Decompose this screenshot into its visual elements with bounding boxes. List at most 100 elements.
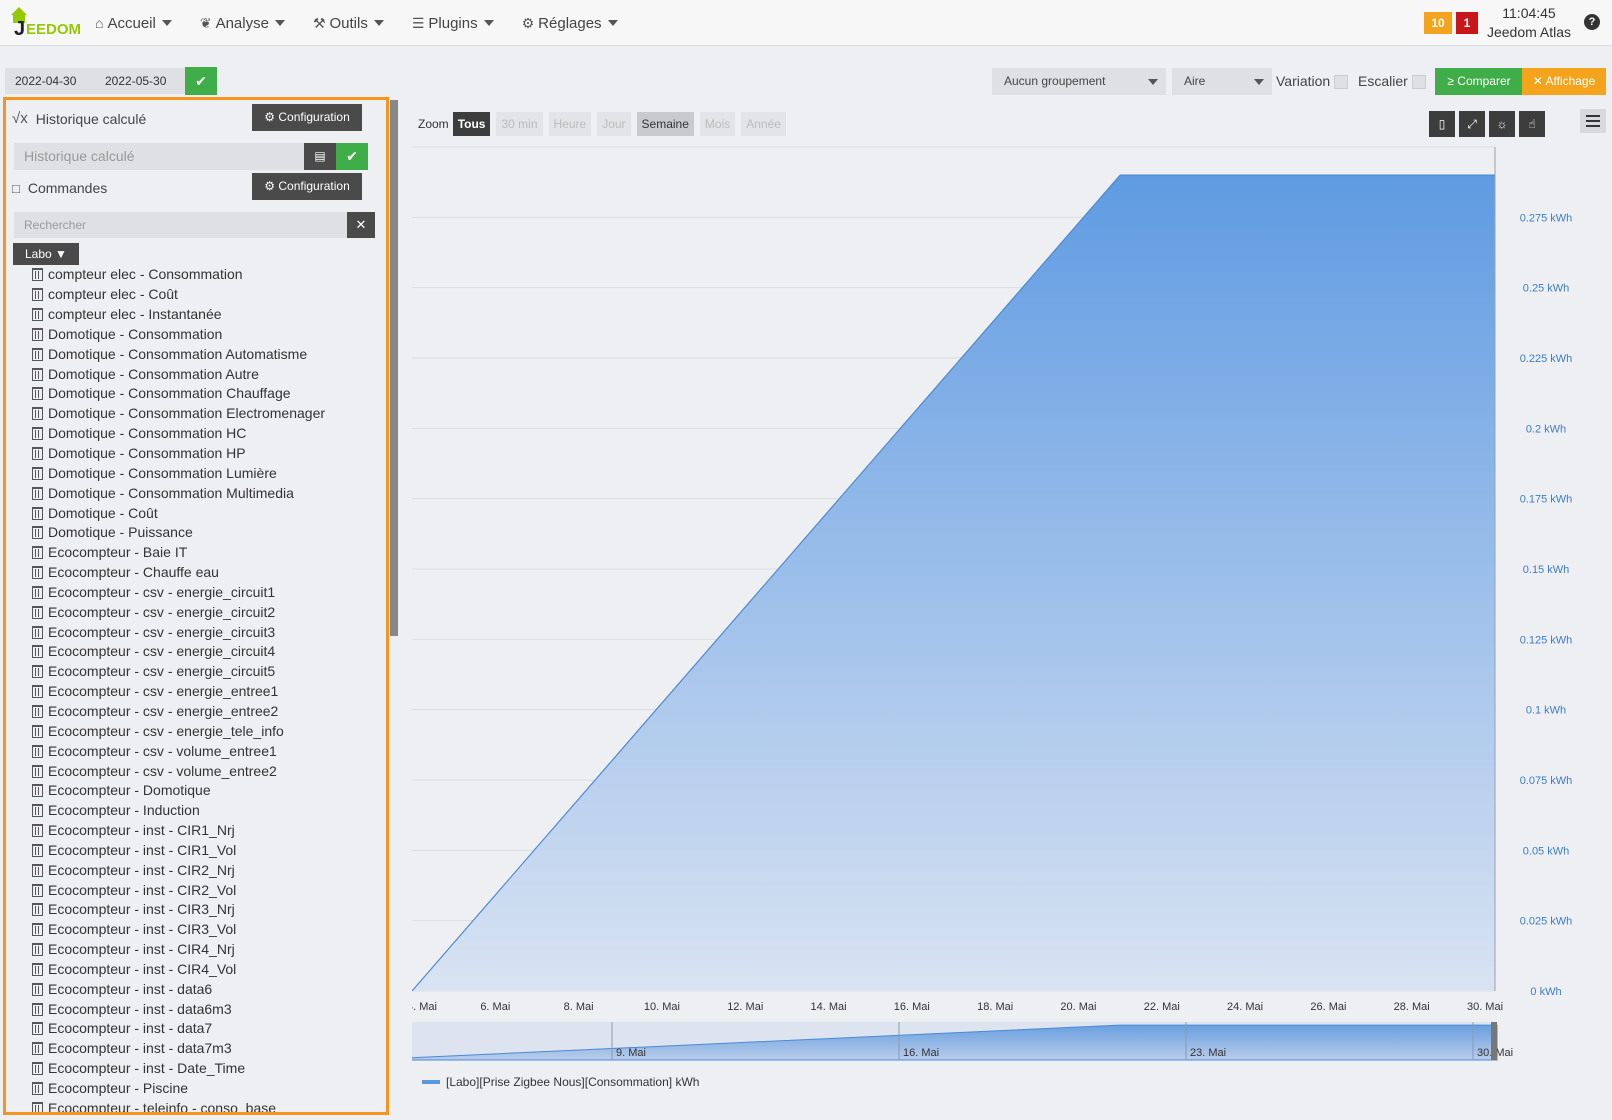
zoom-semaine-button[interactable]: Semaine xyxy=(636,112,694,136)
trash-icon[interactable] xyxy=(32,962,43,976)
command-list-item[interactable]: Ecocompteur - Chauffe eau xyxy=(32,563,372,583)
command-list-item[interactable]: Domotique - Puissance xyxy=(32,523,372,543)
trash-icon[interactable] xyxy=(32,804,43,818)
trash-icon[interactable] xyxy=(32,427,43,441)
chart-type-select[interactable]: Aire xyxy=(1172,68,1272,95)
command-list-item[interactable]: Ecocompteur - inst - CIR2_Vol xyxy=(32,880,372,900)
trash-icon[interactable] xyxy=(32,566,43,580)
chart-menu-button[interactable] xyxy=(1580,109,1606,133)
command-list-item[interactable]: Ecocompteur - csv - energie_circuit2 xyxy=(32,602,372,622)
command-list-item[interactable]: Ecocompteur - csv - energie_circuit5 xyxy=(32,662,372,682)
command-list-item[interactable]: Ecocompteur - csv - volume_entree1 xyxy=(32,741,372,761)
menu-outils[interactable]: ⚒ Outils xyxy=(313,15,384,32)
pointer-mode-button[interactable]: ☝ xyxy=(1519,111,1545,137)
trash-icon[interactable] xyxy=(32,903,43,917)
command-list-item[interactable]: Domotique - Consommation Automatisme xyxy=(32,344,372,364)
trash-icon[interactable] xyxy=(32,724,43,738)
commands-configuration-button[interactable]: ⚙ Configuration xyxy=(252,173,362,200)
command-list-item[interactable]: Domotique - Consommation xyxy=(32,325,372,345)
command-list-item[interactable]: Ecocompteur - inst - CIR2_Nrj xyxy=(32,860,372,880)
command-list-item[interactable]: Ecocompteur - inst - data7 xyxy=(32,1019,372,1039)
trash-icon[interactable] xyxy=(32,923,43,937)
column-view-button[interactable]: ▯ xyxy=(1429,111,1455,137)
zoom-tous-button[interactable]: Tous xyxy=(452,112,491,136)
command-list-item[interactable]: Ecocompteur - teleinfo - conso_base xyxy=(32,1098,372,1112)
trash-icon[interactable] xyxy=(32,546,43,560)
command-list-item[interactable]: Ecocompteur - inst - Date_Time xyxy=(32,1059,372,1079)
command-list-item[interactable]: Ecocompteur - csv - energie_entree2 xyxy=(32,702,372,722)
calc-apply-button[interactable]: ✔ xyxy=(336,143,368,170)
zoom-30min-button[interactable]: 30 min xyxy=(496,112,543,136)
display-button[interactable]: ✕ Affichage xyxy=(1522,68,1606,95)
command-list-item[interactable]: Ecocompteur - inst - CIR4_Vol xyxy=(32,960,372,980)
trash-icon[interactable] xyxy=(32,1022,43,1036)
history-chart[interactable]: 0 kWh 0.025 kWh 0.05 kWh 0.075 kWh 0.1 kWh 0.… xyxy=(412,105,1612,1120)
trash-icon[interactable] xyxy=(32,526,43,540)
command-list-item[interactable]: Ecocompteur - csv - volume_entree2 xyxy=(32,761,372,781)
navigator-handle-right[interactable] xyxy=(1491,1022,1497,1060)
command-list-item[interactable]: Ecocompteur - inst - CIR1_Vol xyxy=(32,840,372,860)
command-list-item[interactable]: compteur elec - Coût xyxy=(32,285,372,305)
command-list-item[interactable]: Ecocompteur - Piscine xyxy=(32,1079,372,1099)
expand-button[interactable]: ⤢ xyxy=(1459,111,1485,137)
command-list-item[interactable]: Domotique - Consommation Lumière xyxy=(32,463,372,483)
theme-button[interactable]: ☼ xyxy=(1489,111,1515,137)
panel-scrollbar[interactable] xyxy=(390,100,398,636)
command-list-item[interactable]: Domotique - Consommation HC xyxy=(32,424,372,444)
command-list-item[interactable]: Domotique - Consommation Chauffage xyxy=(32,384,372,404)
command-list-item[interactable]: Ecocompteur - csv - energie_circuit3 xyxy=(32,622,372,642)
group-tag-labo[interactable]: Labo ▼ xyxy=(13,243,79,265)
command-list-item[interactable]: Domotique - Coût xyxy=(32,503,372,523)
command-list-item[interactable]: Ecocompteur - csv - energie_circuit1 xyxy=(32,583,372,603)
trash-icon[interactable] xyxy=(32,824,43,838)
trash-icon[interactable] xyxy=(32,665,43,679)
date-apply-button[interactable]: ✔ xyxy=(185,67,217,95)
trash-icon[interactable] xyxy=(32,466,43,480)
date-end-input[interactable]: 2022-05-30 xyxy=(95,68,185,94)
compare-button[interactable]: ≥ Comparer xyxy=(1435,68,1523,95)
command-list-item[interactable]: Ecocompteur - csv - energie_entree1 xyxy=(32,682,372,702)
command-list-item[interactable]: Domotique - Consommation Autre xyxy=(32,364,372,384)
menu-accueil[interactable]: ⌂ Accueil xyxy=(95,15,172,32)
trash-icon[interactable] xyxy=(32,645,43,659)
trash-icon[interactable] xyxy=(32,1062,43,1076)
grouping-select[interactable]: Aucun groupement xyxy=(992,68,1166,95)
command-list-item[interactable]: Ecocompteur - csv - energie_tele_info xyxy=(32,721,372,741)
command-list-item[interactable]: Ecocompteur - inst - CIR3_Nrj xyxy=(32,900,372,920)
trash-icon[interactable] xyxy=(32,843,43,857)
zoom-mois-button[interactable]: Mois xyxy=(699,112,736,136)
command-list-item[interactable]: Ecocompteur - inst - CIR1_Nrj xyxy=(32,821,372,841)
trash-icon[interactable] xyxy=(32,685,43,699)
command-list-item[interactable]: Ecocompteur - Baie IT xyxy=(32,543,372,563)
warning-count-badge[interactable]: 10 xyxy=(1424,12,1452,34)
trash-icon[interactable] xyxy=(32,863,43,877)
command-list-item[interactable]: Ecocompteur - Induction xyxy=(32,801,372,821)
calc-history-input[interactable]: Historique calculé xyxy=(14,143,304,170)
clock-user-block[interactable]: 11:04:45 Jeedom Atlas xyxy=(1484,4,1574,42)
trash-icon[interactable] xyxy=(32,982,43,996)
command-list-item[interactable]: Ecocompteur - inst - data6 xyxy=(32,979,372,999)
command-list-item[interactable]: Domotique - Consommation Electromenager xyxy=(32,404,372,424)
zoom-jour-button[interactable]: Jour xyxy=(597,112,631,136)
trash-icon[interactable] xyxy=(32,327,43,341)
trash-icon[interactable] xyxy=(32,367,43,381)
escalier-checkbox[interactable] xyxy=(1412,75,1426,89)
trash-icon[interactable] xyxy=(32,288,43,302)
command-list-item[interactable]: Ecocompteur - csv - energie_circuit4 xyxy=(32,642,372,662)
command-list-item[interactable]: Ecocompteur - Domotique xyxy=(32,781,372,801)
search-clear-button[interactable]: ✕ xyxy=(347,212,375,238)
trash-icon[interactable] xyxy=(32,387,43,401)
trash-icon[interactable] xyxy=(32,883,43,897)
menu-reglages[interactable]: ⚙ Réglages xyxy=(522,15,618,32)
trash-icon[interactable] xyxy=(32,1042,43,1056)
variation-checkbox[interactable] xyxy=(1334,75,1348,89)
calc-list-button[interactable]: ▤ xyxy=(304,143,336,170)
calc-configuration-button[interactable]: ⚙ Configuration xyxy=(252,104,362,131)
trash-icon[interactable] xyxy=(32,764,43,778)
trash-icon[interactable] xyxy=(32,784,43,798)
command-list-item[interactable]: compteur elec - Instantanée xyxy=(32,305,372,325)
trash-icon[interactable] xyxy=(32,605,43,619)
zoom-heure-button[interactable]: Heure xyxy=(548,112,592,136)
command-list-item[interactable]: Domotique - Consommation HP xyxy=(32,444,372,464)
trash-icon[interactable] xyxy=(32,268,43,282)
